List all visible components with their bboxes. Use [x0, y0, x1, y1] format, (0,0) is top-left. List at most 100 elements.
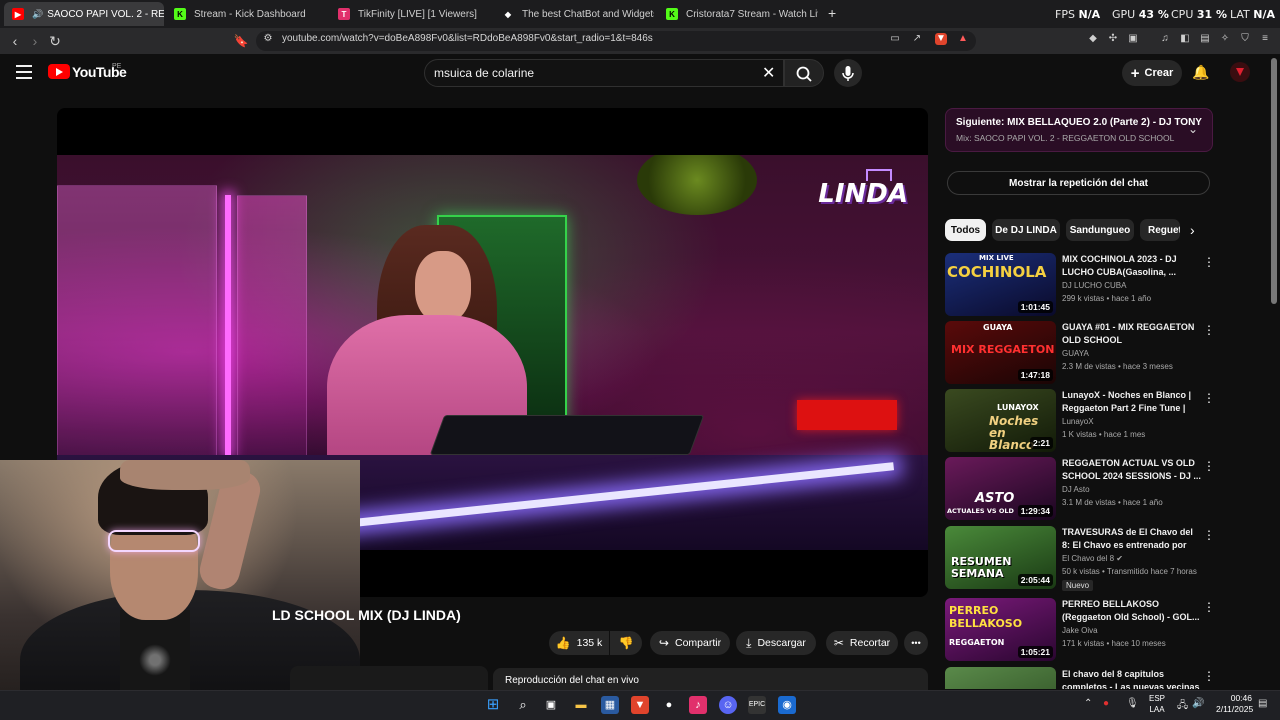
- clip-button[interactable]: ✂ Recortar: [826, 631, 898, 655]
- more-options-icon[interactable]: ⋮: [1203, 459, 1215, 473]
- tab-kick-dashboard[interactable]: K Stream - Kick Dashboard: [166, 2, 326, 26]
- share-button[interactable]: ↪ Compartir: [650, 631, 730, 655]
- up-next-title[interactable]: Siguiente: MIX BELLAQUEO 2.0 (Parte 2) -…: [956, 117, 1202, 128]
- windows-start-icon[interactable]: ⊞: [484, 696, 502, 714]
- tab-chatbot[interactable]: ◆ The best ChatBot and Widgets for Kic: [494, 2, 654, 26]
- page-scrollbar[interactable]: [1271, 58, 1277, 304]
- back-icon[interactable]: ‹: [6, 32, 24, 50]
- voice-search-button[interactable]: [834, 59, 862, 87]
- create-button[interactable]: + Crear: [1122, 60, 1182, 86]
- video-thumbnail[interactable]: [945, 667, 1056, 689]
- recommendation-title[interactable]: TRAVESURAS de El Chavo del 8: El Chavo e…: [1062, 526, 1202, 552]
- show-chat-replay-button[interactable]: Mostrar la repetición del chat: [947, 171, 1210, 195]
- wallet-icon[interactable]: ▤: [1199, 33, 1211, 45]
- clock[interactable]: 00:46 2/11/2025: [1216, 693, 1253, 715]
- search-button[interactable]: [784, 59, 824, 87]
- brave-rewards-icon[interactable]: ▲: [957, 33, 969, 45]
- recommendation-item[interactable]: ASTO ACTUALES VS OLD 1:29:34 REGGAETON A…: [945, 457, 1215, 521]
- channel-name[interactable]: Jake Oiva: [1062, 626, 1098, 635]
- notification-icon[interactable]: ▤: [1258, 698, 1267, 709]
- cast-icon[interactable]: ▭: [889, 33, 901, 45]
- recommendation-title[interactable]: REGGAETON ACTUAL VS OLD SCHOOL 2024 SESS…: [1062, 457, 1202, 483]
- reload-icon[interactable]: ↻: [46, 32, 64, 50]
- chevron-up-icon[interactable]: ⌃: [1084, 698, 1092, 709]
- brave-shields-icon[interactable]: ▼: [935, 33, 947, 45]
- tiktok-icon[interactable]: ♪: [689, 696, 707, 714]
- video-thumbnail[interactable]: PERREO BELLAKOSO REGGAETON 1:05:21: [945, 598, 1056, 661]
- tab-youtube[interactable]: ▶ 🔊 SAOCO PAPI VOL. 2 - REGGAETON ✕: [4, 2, 164, 26]
- file-explorer-icon[interactable]: ▬: [572, 696, 590, 714]
- network-icon[interactable]: 🖧: [1177, 698, 1188, 715]
- obs-icon[interactable]: ●: [660, 696, 678, 714]
- chip-de-dj-linda[interactable]: De DJ LINDA: [992, 219, 1060, 241]
- sidebar-icon[interactable]: ◧: [1179, 33, 1191, 45]
- bookmark-icon[interactable]: 🔖: [232, 32, 250, 50]
- recommendation-item[interactable]: COCHINOLA MIX LIVE 1:01:45 MIX COCHINOLA…: [945, 253, 1215, 317]
- recommendation-title[interactable]: LunayoX - Noches en Blanco | Reggaeton P…: [1062, 389, 1202, 415]
- recommendation-title[interactable]: GUAYA #01 - MIX REGGAETON OLD SCHOOL: [1062, 321, 1202, 347]
- description-box[interactable]: [290, 666, 488, 690]
- task-view-icon[interactable]: ▣: [542, 696, 560, 714]
- new-tab-button[interactable]: +: [828, 5, 836, 21]
- youtube-logo-icon[interactable]: [48, 64, 70, 79]
- share-page-icon[interactable]: ↗: [911, 33, 923, 45]
- channel-name[interactable]: DJ Asto: [1062, 485, 1090, 494]
- download-button[interactable]: ⤓ Descargar: [736, 631, 816, 655]
- channel-name[interactable]: El Chavo del 8 ✔: [1062, 554, 1123, 563]
- video-thumbnail[interactable]: COCHINOLA MIX LIVE 1:01:45: [945, 253, 1056, 316]
- url-text[interactable]: youtube.com/watch?v=doBeA898Fv0&list=RDd…: [282, 33, 653, 44]
- search-query[interactable]: msuica de colarine: [434, 66, 534, 80]
- video-thumbnail[interactable]: ASTO ACTUALES VS OLD 1:29:34: [945, 457, 1056, 520]
- tab-tikfinity[interactable]: T TikFinity [LIVE] [1 Viewers]: [330, 2, 490, 26]
- up-next-panel[interactable]: [945, 108, 1213, 152]
- chip-sandungueo[interactable]: Sandungueo: [1066, 219, 1134, 241]
- store-icon[interactable]: ▦: [601, 696, 619, 714]
- video-thumbnail[interactable]: Noches en Blanco LUNAYOX 2:21: [945, 389, 1056, 452]
- dislike-button[interactable]: 👎: [610, 631, 642, 655]
- leo-icon[interactable]: ✧: [1219, 33, 1231, 45]
- recommendation-item[interactable]: RESUMEN SEMANA 2:05:44 TRAVESURAS de El …: [945, 526, 1215, 596]
- tray-app-icon[interactable]: ●: [1103, 698, 1109, 709]
- more-options-icon[interactable]: ⋮: [1203, 528, 1215, 542]
- recommendation-item[interactable]: El chavo del 8 capitulos completos - Las…: [945, 667, 1213, 689]
- video-thumbnail[interactable]: RESUMEN SEMANA 2:05:44: [945, 526, 1056, 589]
- notifications-bell-icon[interactable]: 🔔: [1192, 64, 1209, 81]
- extension-icon[interactable]: ◆: [1087, 33, 1099, 45]
- search-icon[interactable]: ⌕: [514, 696, 532, 714]
- more-options-icon[interactable]: ⋮: [1203, 323, 1215, 337]
- recommendation-item[interactable]: PERREO BELLAKOSO REGGAETON 1:05:21 PERRE…: [945, 598, 1215, 662]
- chip-all[interactable]: Todos: [945, 219, 986, 241]
- recommendation-title[interactable]: MIX COCHINOLA 2023 - DJ LUCHO CUBA(Gasol…: [1062, 253, 1202, 279]
- channel-name[interactable]: DJ LUCHO CUBA: [1062, 281, 1126, 290]
- screenshot-icon[interactable]: ▣: [1127, 33, 1139, 45]
- video-thumbnail[interactable]: MIX REGGAETON GUAYA 1:47:18: [945, 321, 1056, 384]
- recommendation-item[interactable]: Noches en Blanco LUNAYOX 2:21 LunayoX - …: [945, 389, 1215, 453]
- hamburger-menu-icon[interactable]: [16, 65, 32, 79]
- chip-regueton[interactable]: Reguetón: [1140, 219, 1180, 241]
- channel-name[interactable]: GUAYA: [1062, 349, 1089, 358]
- recommendation-title[interactable]: El chavo del 8 capitulos completos - Las…: [1062, 668, 1202, 689]
- avatar[interactable]: [1230, 62, 1250, 82]
- volume-icon[interactable]: 🔊: [1192, 698, 1204, 709]
- forward-icon[interactable]: ›: [26, 32, 44, 50]
- browser-menu-icon[interactable]: ≡: [1259, 33, 1271, 45]
- clear-search-icon[interactable]: ✕: [762, 63, 775, 83]
- recommendation-title[interactable]: PERREO BELLAKOSO (Reggaeton Old School) …: [1062, 598, 1202, 624]
- discord-icon[interactable]: ☺: [719, 696, 737, 714]
- chevron-down-icon[interactable]: ⌄: [1188, 122, 1198, 136]
- more-actions-button[interactable]: •••: [904, 631, 928, 655]
- microphone-icon[interactable]: 🎙: [1126, 698, 1139, 709]
- more-options-icon[interactable]: ⋮: [1203, 669, 1213, 683]
- music-icon[interactable]: ♫: [1159, 33, 1171, 45]
- site-info-icon[interactable]: ⚙: [262, 33, 274, 45]
- tab-cristorata-kick[interactable]: K Cristorata7 Stream - Watch Live on Ki: [658, 2, 818, 26]
- language-indicator[interactable]: ESP LAA: [1147, 693, 1167, 715]
- app-icon[interactable]: ◉: [778, 696, 796, 714]
- like-button[interactable]: 👍 135 k: [549, 631, 609, 655]
- more-options-icon[interactable]: ⋮: [1203, 391, 1215, 405]
- more-options-icon[interactable]: ⋮: [1203, 255, 1215, 269]
- recommendation-item[interactable]: MIX REGGAETON GUAYA 1:47:18 GUAYA #01 - …: [945, 321, 1215, 385]
- vpn-icon[interactable]: ⛉: [1239, 33, 1251, 45]
- chevron-right-icon[interactable]: ›: [1190, 222, 1195, 238]
- more-options-icon[interactable]: ⋮: [1203, 600, 1215, 614]
